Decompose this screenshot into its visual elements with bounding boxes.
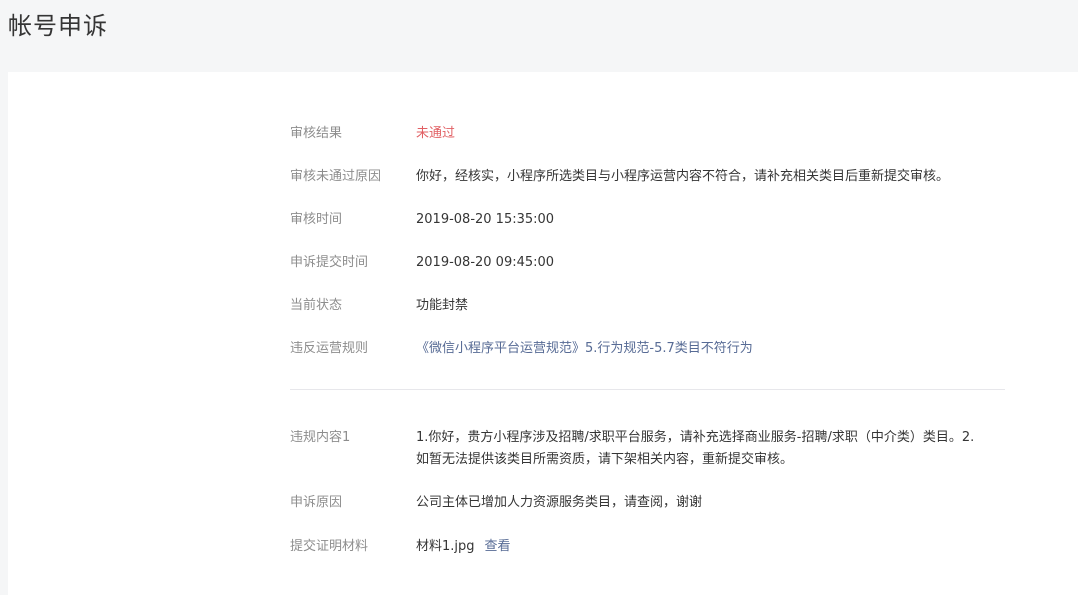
reject-reason-value: 你好，经核实，小程序所选类目与小程序运营内容不符合，请补充相关类目后重新提交审核…	[416, 169, 950, 184]
page-title: 帐号申诉	[8, 12, 108, 40]
review-result-label: 审核结果	[290, 126, 343, 141]
appeal-reason-value: 公司主体已增加人力资源服务类目，请查阅，谢谢	[416, 495, 703, 510]
violated-rule-label: 违反运营规则	[290, 341, 369, 356]
evidence-value: 材料1.jpg 查看	[416, 536, 986, 558]
appeal-detail-panel: 审核结果 未通过 审核未通过原因 你好，经核实，小程序所选类目与小程序运营内容不…	[8, 72, 1078, 595]
reject-reason-label: 审核未通过原因	[290, 169, 382, 184]
view-evidence-link[interactable]: 查看	[485, 539, 511, 554]
violation-content-label: 违规内容1	[290, 430, 351, 445]
appeal-submit-time-label: 申诉提交时间	[290, 255, 369, 270]
section-divider	[290, 389, 1005, 390]
review-time-label: 审核时间	[290, 212, 343, 227]
review-time-value: 2019-08-20 15:35:00	[416, 212, 555, 227]
current-status-label: 当前状态	[290, 298, 343, 313]
evidence-file-name: 材料1.jpg	[416, 539, 475, 554]
evidence-label: 提交证明材料	[290, 539, 369, 554]
appeal-reason-label: 申诉原因	[290, 495, 343, 510]
violation-content-value: 1.你好，贵方小程序涉及招聘/求职平台服务，请补充选择商业服务-招聘/求职（中介…	[416, 430, 975, 467]
appeal-submit-time-value: 2019-08-20 09:45:00	[416, 255, 555, 270]
current-status-value: 功能封禁	[416, 298, 469, 313]
violated-rule-link[interactable]: 《微信小程序平台运营规范》5.行为规范-5.7类目不符行为	[416, 338, 986, 360]
review-result-value: 未通过	[416, 126, 456, 141]
